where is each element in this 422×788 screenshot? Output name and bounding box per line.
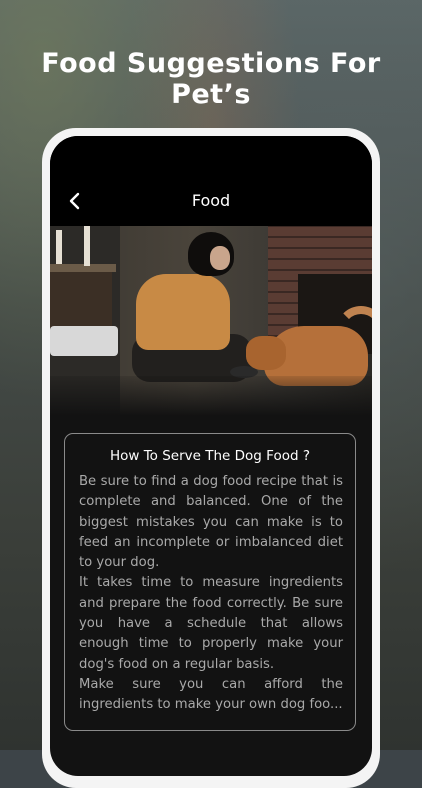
screen-title: Food [191, 191, 231, 210]
app-bar: Food [50, 136, 372, 226]
card-paragraph: Make sure you can afford the ingredients… [79, 676, 343, 713]
card-paragraph: Be sure to find a dog food recipe that i… [79, 474, 343, 571]
info-card: How To Serve The Dog Food ? Be sure to f… [64, 433, 356, 731]
card-heading: How To Serve The Dog Food ? [109, 448, 310, 464]
hero-photo [50, 226, 372, 416]
page-headline: Food Suggestions For Pet’s [41, 48, 381, 110]
card-body[interactable]: Be sure to find a dog food recipe that i… [79, 472, 343, 716]
phone-screen: Food How To Serve The Dog Food ? Be sure… [50, 136, 372, 776]
card-paragraph: It takes time to measure ingredients and… [79, 575, 343, 672]
